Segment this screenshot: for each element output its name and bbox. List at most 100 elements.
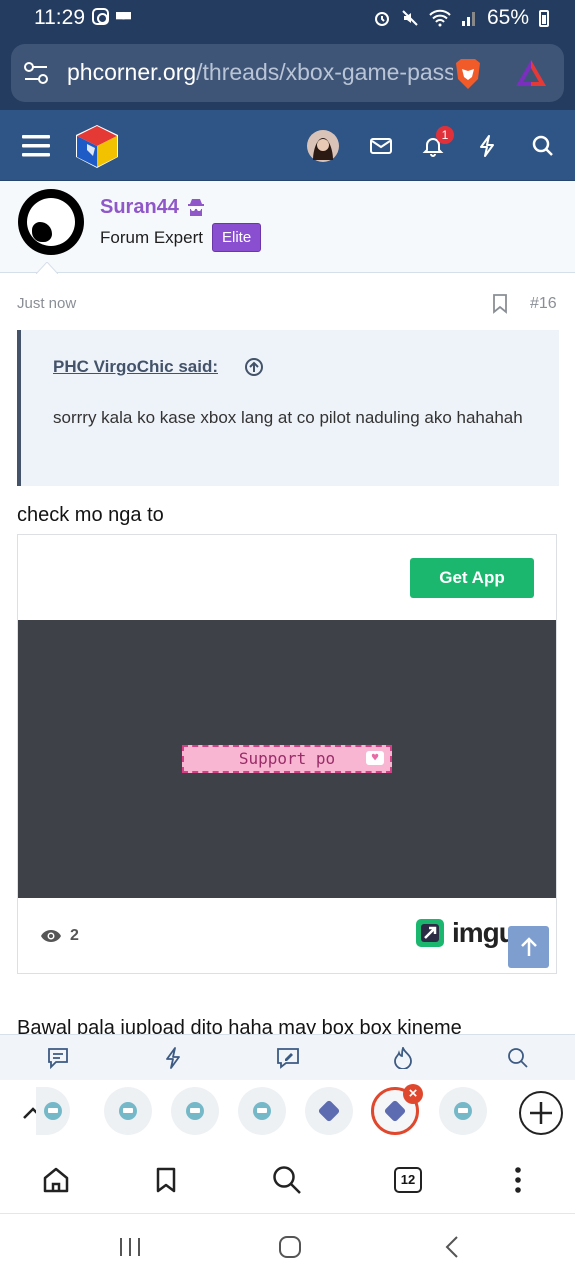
elite-badge: Elite (212, 223, 262, 252)
new-tab-button[interactable] (516, 1080, 566, 1146)
support-banner-text: Support po (238, 749, 336, 768)
support-banner: Support po ♥ (182, 745, 392, 773)
quote-block: PHC VirgoChic said: sorrry kala ko kase … (17, 330, 559, 486)
quote-text: sorrry kala ko kase xbox lang at co pilo… (53, 408, 523, 427)
tab-favicon (454, 1102, 472, 1120)
menu-button[interactable] (14, 110, 58, 181)
forum-bar-write[interactable] (230, 1035, 345, 1080)
wifi-icon (429, 9, 451, 27)
tab-favicon (44, 1102, 62, 1120)
url-text[interactable]: phcorner.org/threads/xbox-game-pass (67, 59, 453, 86)
instagram-icon (92, 8, 109, 25)
status-right: 65% (373, 6, 549, 30)
tab-switcher-button[interactable]: 12 (384, 1146, 432, 1214)
site-header: 1 (0, 110, 575, 181)
forum-bar-trending[interactable] (345, 1035, 460, 1080)
avatar (307, 129, 339, 162)
tab-favicon (253, 1102, 271, 1120)
spy-icon (188, 199, 204, 216)
notification-badge: 1 (436, 126, 454, 144)
flame-icon (393, 1046, 412, 1069)
forum-bar-search[interactable] (460, 1035, 575, 1080)
inbox-button[interactable] (360, 110, 402, 181)
battery-icon (539, 9, 549, 27)
chat-icon (47, 1047, 68, 1069)
system-nav-bar (0, 1214, 575, 1280)
browser-address-area: phcorner.org/threads/xbox-game-pass (0, 36, 575, 110)
alerts-button[interactable] (412, 110, 454, 181)
more-menu-button[interactable] (496, 1146, 540, 1214)
get-app-button[interactable]: Get App (410, 558, 534, 598)
status-bar: 11:29 ▀▀ 65% (0, 0, 575, 36)
user-avatar-button[interactable] (303, 110, 343, 181)
search-icon (532, 135, 553, 156)
post-time[interactable]: Just now (17, 295, 76, 312)
imgur-logo-icon (416, 919, 444, 947)
tab-favicon (119, 1102, 137, 1120)
glasses-icon: ▀▀ (116, 12, 131, 26)
bookmark-icon[interactable] (492, 294, 508, 314)
battery-percent: 65% (486, 6, 529, 29)
search-icon (273, 1166, 301, 1194)
author-title: Forum Expert (100, 228, 203, 247)
alarm-icon (374, 12, 389, 26)
site-logo[interactable] (72, 110, 122, 181)
cube-logo-icon (76, 124, 118, 168)
back-button[interactable] (426, 1214, 478, 1280)
tab-item[interactable] (104, 1087, 152, 1135)
embed-image[interactable]: Support po ♥ (18, 620, 556, 898)
home-icon (43, 1167, 69, 1193)
browser-toolbar: 12 (0, 1146, 575, 1214)
recents-icon (120, 1238, 140, 1256)
url-domain: phcorner.org (67, 59, 197, 85)
post-message: check mo nga to (17, 504, 164, 526)
quote-jump-icon[interactable] (244, 357, 264, 377)
close-tab-icon[interactable]: × (403, 1084, 423, 1104)
forum-bar-posts[interactable] (0, 1035, 115, 1080)
tab-item[interactable] (36, 1087, 70, 1135)
tab-item[interactable] (305, 1087, 353, 1135)
back-chevron-icon (445, 1236, 458, 1258)
search-button[interactable] (522, 110, 564, 181)
site-settings-icon[interactable] (23, 62, 49, 84)
heart-icon: ♥ (366, 751, 384, 765)
home-nav-button[interactable] (264, 1214, 316, 1280)
bookmark-icon (156, 1167, 176, 1193)
bookmarks-button[interactable] (142, 1146, 190, 1214)
author-avatar[interactable] (18, 189, 84, 255)
scroll-to-top-button[interactable] (508, 926, 549, 968)
edit-icon (276, 1047, 299, 1069)
post-user-header: Suran44 Forum Expert Elite (0, 181, 575, 273)
tab-item[interactable] (439, 1087, 487, 1135)
whats-new-button[interactable] (466, 110, 508, 181)
mail-icon (370, 137, 392, 154)
tab-count: 12 (394, 1167, 422, 1193)
post-number[interactable]: #16 (530, 295, 557, 313)
more-vertical-icon (515, 1167, 521, 1193)
tab-favicon (317, 1099, 341, 1123)
bolt-icon (480, 134, 494, 157)
home-button[interactable] (32, 1146, 80, 1214)
menu-icon (22, 134, 50, 156)
search-button[interactable] (263, 1146, 311, 1214)
url-path: /threads/xbox-game-pass (196, 59, 453, 85)
forum-bar-new[interactable] (115, 1035, 230, 1080)
search-icon (507, 1047, 528, 1068)
brave-shield-icon[interactable] (453, 57, 483, 91)
tab-item[interactable] (171, 1087, 219, 1135)
signal-icon (461, 12, 475, 26)
recent-apps-button[interactable] (104, 1214, 156, 1280)
mute-icon (402, 10, 418, 26)
eye-icon (41, 930, 61, 942)
tab-favicon (383, 1099, 407, 1123)
quote-author-link[interactable]: PHC VirgoChic said: (53, 357, 218, 377)
status-time: 11:29 (34, 6, 85, 29)
author-name[interactable]: Suran44 (100, 196, 179, 219)
brave-rewards-icon[interactable] (514, 58, 548, 88)
plus-icon (519, 1091, 563, 1135)
tab-item[interactable] (238, 1087, 286, 1135)
forum-bottom-bar (0, 1034, 575, 1080)
address-bar[interactable]: phcorner.org/threads/xbox-game-pass (11, 44, 564, 102)
bolt-icon (165, 1046, 180, 1069)
imgur-embed: Get App Support po ♥ 2 imgur (17, 534, 557, 974)
